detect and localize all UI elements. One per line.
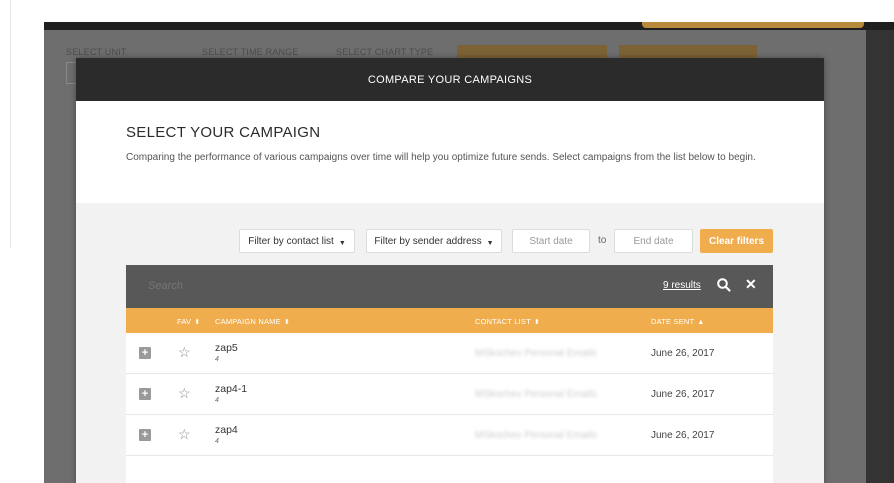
- expand-icon[interactable]: +: [139, 429, 151, 441]
- date-range-to-label: to: [598, 235, 607, 246]
- app-top-accent: [642, 22, 864, 28]
- star-icon[interactable]: ☆: [178, 426, 191, 443]
- section-heading: SELECT YOUR CAMPAIGN: [126, 124, 321, 141]
- table-row[interactable]: + ☆ zap4-1 4 MSkochev Personal Emails Ju…: [126, 374, 773, 415]
- column-header-contact-list[interactable]: CONTACT LIST ⬍: [475, 317, 540, 326]
- modal-header: COMPARE YOUR CAMPAIGNS: [76, 58, 824, 101]
- contact-list-value: MSkochev Personal Emails: [475, 348, 597, 359]
- modal-title: COMPARE YOUR CAMPAIGNS: [367, 73, 533, 86]
- campaign-name: zap5: [215, 342, 238, 354]
- filter-contact-list-dropdown[interactable]: Filter by contact list ▼: [239, 229, 355, 253]
- divider: [10, 0, 11, 248]
- sort-ascending-icon: ▲: [697, 319, 705, 326]
- filter-sender-address-label: Filter by sender address: [374, 235, 482, 247]
- date-sent-value: June 26, 2017: [651, 348, 715, 359]
- expand-icon[interactable]: +: [139, 347, 151, 359]
- star-icon[interactable]: ☆: [178, 385, 191, 402]
- filter-sender-address-dropdown[interactable]: Filter by sender address ▼: [366, 229, 502, 253]
- search-bar[interactable]: Search 9 results ✕: [126, 265, 773, 308]
- intro-section: SELECT YOUR CAMPAIGN Comparing the perfo…: [76, 101, 824, 203]
- filter-contact-list-label: Filter by contact list: [248, 235, 334, 247]
- column-header-campaign-name[interactable]: CAMPAIGN NAME ⬍: [215, 317, 290, 326]
- close-icon[interactable]: ✕: [745, 276, 757, 293]
- end-date-placeholder: End date: [633, 235, 674, 247]
- app-right-edge: [866, 30, 894, 483]
- start-date-input[interactable]: Start date: [512, 229, 590, 253]
- column-header-date-sent[interactable]: DATE SENT ▲: [651, 317, 704, 326]
- search-input[interactable]: Search: [148, 280, 183, 292]
- sort-icon: ⬍: [194, 319, 201, 326]
- contact-list-value: MSkochev Personal Emails: [475, 430, 597, 441]
- sort-icon: ⬍: [533, 319, 540, 326]
- end-date-input[interactable]: End date: [614, 229, 693, 253]
- start-date-placeholder: Start date: [529, 235, 573, 247]
- filter-area: Filter by contact list ▼ Filter by sende…: [76, 203, 824, 483]
- caret-down-icon: ▼: [486, 240, 494, 247]
- campaign-subtext: 4: [215, 397, 219, 404]
- section-description: Comparing the performance of various cam…: [126, 152, 756, 163]
- clear-filters-label: Clear filters: [708, 235, 765, 247]
- sort-icon: ⬍: [283, 319, 290, 326]
- table-row[interactable]: + ☆ zap4 4 MSkochev Personal Emails June…: [126, 415, 773, 456]
- campaign-subtext: 4: [215, 438, 219, 445]
- star-icon[interactable]: ☆: [178, 344, 191, 361]
- select-chart-type-label: SELECT CHART TYPE: [336, 47, 434, 57]
- table-row[interactable]: + ☆ zap5 4 MSkochev Personal Emails June…: [126, 333, 773, 374]
- compare-campaigns-modal: COMPARE YOUR CAMPAIGNS SELECT YOUR CAMPA…: [76, 58, 824, 483]
- results-count-link[interactable]: 9 results: [663, 280, 701, 291]
- table-header: FAV ⬍ CAMPAIGN NAME ⬍ CONTACT LIST ⬍ DATE S…: [126, 308, 773, 333]
- date-sent-value: June 26, 2017: [651, 389, 715, 400]
- search-icon[interactable]: [716, 277, 732, 293]
- contact-list-value: MSkochev Personal Emails: [475, 389, 597, 400]
- campaign-name: zap4: [215, 424, 238, 436]
- page: SELECT UNIT SELECT TIME RANGE SELECT CHA…: [0, 0, 894, 483]
- campaign-table: Search 9 results ✕ FAV ⬍ CAMPAIGN NAME ⬍ C…: [126, 265, 773, 483]
- date-sent-value: June 26, 2017: [651, 430, 715, 441]
- expand-icon[interactable]: +: [139, 388, 151, 400]
- select-unit-label: SELECT UNIT: [66, 47, 127, 57]
- select-time-range-label: SELECT TIME RANGE: [202, 47, 299, 57]
- column-header-fav[interactable]: FAV ⬍: [177, 317, 200, 326]
- campaign-subtext: 4: [215, 356, 219, 363]
- campaign-name: zap4-1: [215, 383, 248, 395]
- caret-down-icon: ▼: [338, 240, 346, 247]
- clear-filters-button[interactable]: Clear filters: [700, 229, 773, 253]
